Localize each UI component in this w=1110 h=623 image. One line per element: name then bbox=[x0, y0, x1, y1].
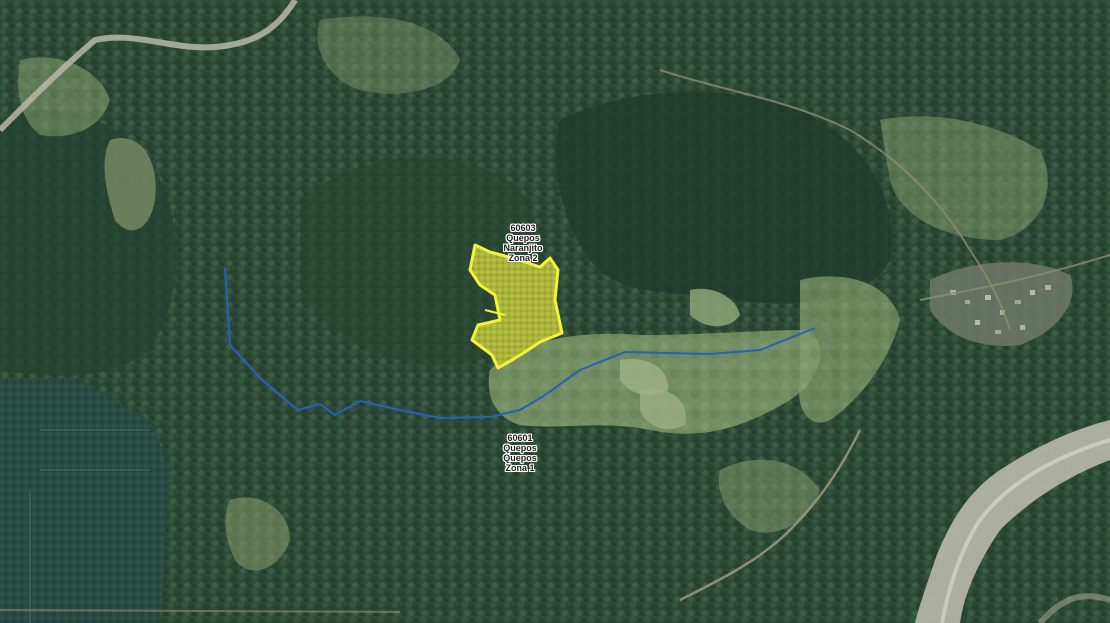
map-view[interactable]: 60603 Quepos Naranjito Zona 2 60601 Quep… bbox=[0, 0, 1110, 623]
satellite-imagery bbox=[0, 0, 1110, 623]
